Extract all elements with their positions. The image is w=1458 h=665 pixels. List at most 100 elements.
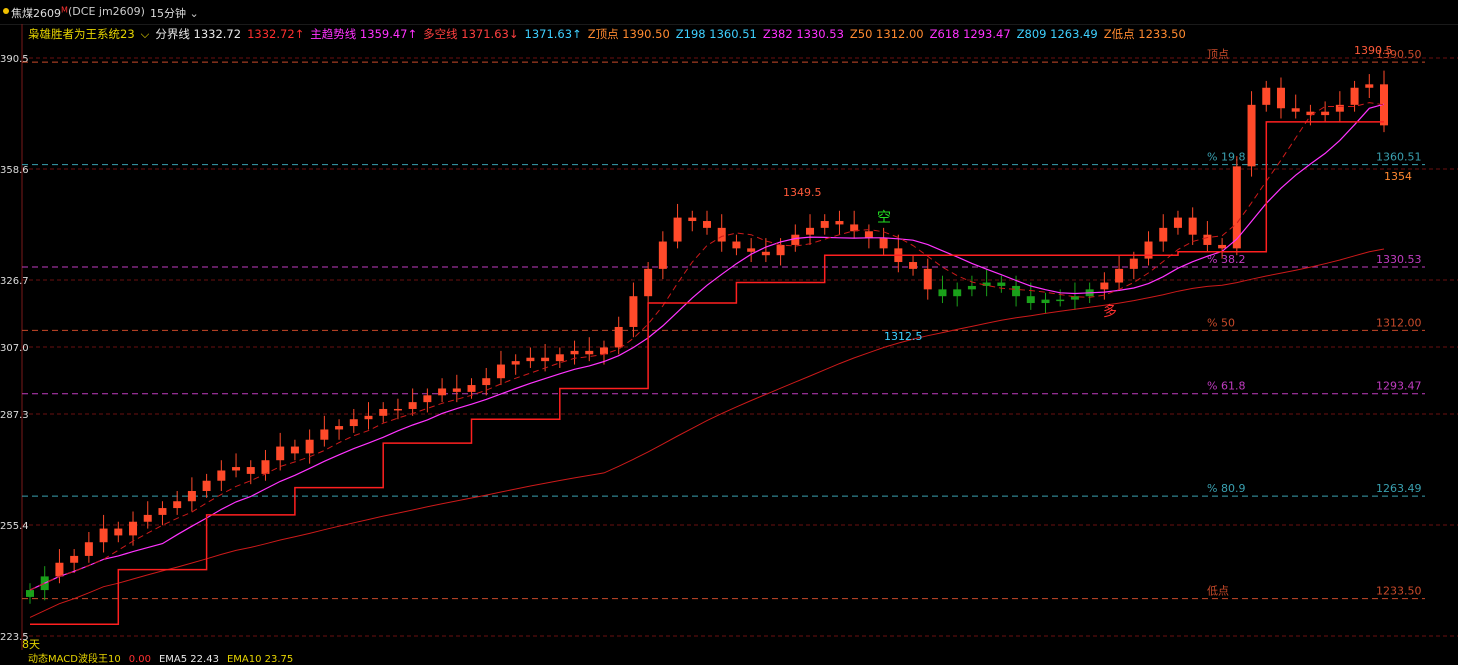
candle-body <box>1144 241 1153 259</box>
candle-body <box>776 244 785 256</box>
candle-body <box>202 480 211 491</box>
candle-body <box>747 248 756 252</box>
y-axis-label: 307.0 <box>0 343 29 354</box>
candle-body <box>70 555 79 563</box>
candle-body <box>1159 227 1168 242</box>
candle-body <box>658 241 667 269</box>
candle-body <box>1365 84 1374 88</box>
candle-body <box>1335 104 1344 112</box>
candle-body <box>717 227 726 242</box>
annotation-trough: 1312.5 <box>884 330 923 343</box>
candle-body <box>629 296 638 327</box>
annotation-peak-mid: 1349.5 <box>783 186 822 199</box>
annotation-level-1354: 1354 <box>1384 170 1412 183</box>
symbol-mark: M <box>61 5 68 15</box>
candle-body <box>703 221 711 228</box>
candle-body <box>143 514 152 522</box>
candle-body <box>1262 87 1271 105</box>
candle-body <box>997 282 1006 286</box>
candle-body <box>1012 285 1021 297</box>
candle-body <box>217 470 226 481</box>
candle-body <box>570 350 579 355</box>
candle-body <box>26 590 34 597</box>
candle-body <box>349 419 358 427</box>
candle-body <box>158 508 167 515</box>
candle-body <box>290 446 299 454</box>
candle-body <box>1115 268 1124 283</box>
candle-body <box>173 501 182 509</box>
candle-body <box>1026 296 1035 304</box>
ma-slow-line <box>29 248 1385 618</box>
candle-body <box>261 460 270 474</box>
candle-body <box>967 285 976 290</box>
title-bar: 焦煤2609M (DCE jm2609) 15分钟 ⌄ <box>0 0 1458 25</box>
candle-body <box>1041 299 1050 304</box>
candle-body <box>1350 87 1359 105</box>
y-axis-label: 287.3 <box>0 410 29 421</box>
fib-pct-label: % 61.8 <box>1207 380 1245 393</box>
candle-body <box>84 542 93 556</box>
candle-body <box>614 326 623 348</box>
y-axis-label: 358.6 <box>0 165 29 176</box>
candle-body <box>423 395 432 403</box>
y-axis-label: 390.5 <box>0 54 29 65</box>
candle-body <box>232 467 241 471</box>
fib-value-label: 1330.53 <box>1376 253 1422 266</box>
candle-body <box>1100 282 1109 290</box>
candle-body <box>1218 244 1227 249</box>
candle-body <box>732 241 741 249</box>
candle-body <box>511 361 520 365</box>
fib-pct-label: 低点 <box>1207 585 1229 598</box>
fib-pct-label: % 50 <box>1207 316 1235 329</box>
candle-body <box>835 221 844 225</box>
candle-body <box>1203 234 1212 245</box>
candle-body <box>806 227 815 235</box>
annotation-short-signal: 空 <box>877 210 891 226</box>
candle-body <box>393 408 402 411</box>
fib-pct-label: 顶点 <box>1207 48 1229 61</box>
candle-body <box>644 268 653 297</box>
fib-value-label: 1312.00 <box>1376 316 1422 329</box>
candle-body <box>187 490 196 502</box>
candle-body <box>55 562 64 577</box>
candle-body <box>129 521 138 536</box>
status-dot-icon <box>3 8 9 14</box>
candle-body <box>688 217 697 222</box>
candle-body <box>599 347 608 355</box>
candle-body <box>585 350 594 355</box>
candle-body <box>791 234 800 245</box>
candle-body <box>1173 217 1182 228</box>
candle-body <box>953 289 962 297</box>
y-axis-label: 326.7 <box>0 276 29 287</box>
candle-body <box>1129 258 1138 269</box>
period-selector[interactable]: 15分钟 ⌄ <box>150 5 199 21</box>
candle-body <box>364 415 373 420</box>
candle-body <box>1276 87 1285 109</box>
candle-body <box>1056 299 1065 302</box>
candle-body <box>541 357 550 362</box>
candle-body <box>379 408 388 416</box>
candle-body <box>526 357 535 362</box>
symbol-code: (DCE jm2609) <box>68 5 145 18</box>
candle-body <box>438 388 447 396</box>
candle-body <box>555 354 564 362</box>
candle-body <box>467 385 476 392</box>
macd-legend: 动态MACD波段王10 0.00 EMA5 22.43 EMA10 23.75 <box>28 650 301 665</box>
candle-body <box>452 388 461 392</box>
candle-body <box>673 217 682 242</box>
candle-body <box>276 446 285 461</box>
candle-body <box>938 289 947 297</box>
fib-value-label: 1233.50 <box>1376 585 1422 598</box>
ma-dash-line <box>29 102 1385 591</box>
support-step-line <box>30 121 1384 626</box>
candle-body <box>482 378 491 386</box>
candle-body <box>496 364 505 379</box>
y-axis-label: 255.4 <box>0 521 29 532</box>
candle-body <box>408 402 417 409</box>
price-chart[interactable]: 390.5358.6326.7307.0287.3255.4223.5顶点 139… <box>0 24 1458 650</box>
candle-body <box>335 426 344 430</box>
candle-body <box>820 221 829 228</box>
symbol-name[interactable]: 焦煤2609M <box>11 5 68 21</box>
fib-value-label: 1360.51 <box>1376 151 1422 164</box>
candle-body <box>879 238 888 249</box>
